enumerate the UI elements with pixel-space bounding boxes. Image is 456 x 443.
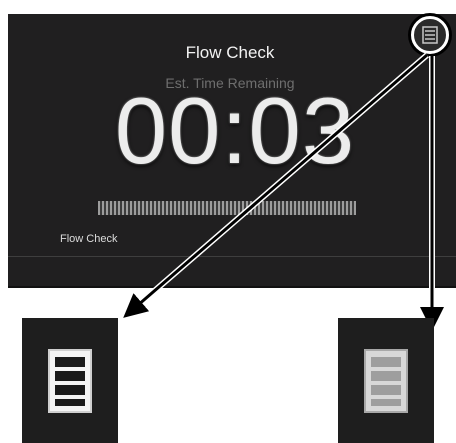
- icon-zoom-normal: [22, 318, 118, 443]
- list-menu-icon-normal: [48, 348, 92, 413]
- callout-arrow-left: [123, 53, 428, 318]
- icon-zoom-pressed: [338, 318, 434, 443]
- list-menu-icon-pressed: [364, 348, 408, 413]
